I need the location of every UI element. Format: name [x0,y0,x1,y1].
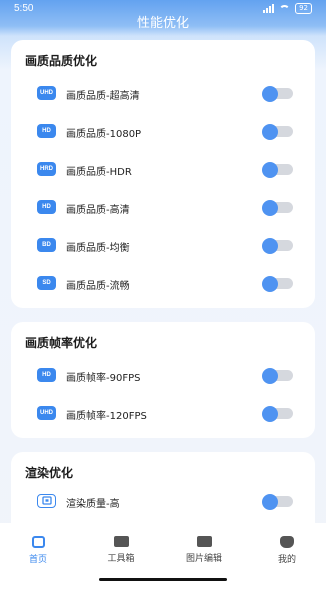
toggle-switch[interactable] [262,85,293,102]
item-label: 画质品质-1080P [66,129,142,140]
toggle-switch[interactable] [262,493,293,510]
list-item: BD 画质品质-均衡 [11,236,315,260]
tab-home[interactable]: 首页 [8,536,68,565]
toggle-knob [262,237,278,254]
section-card-quality: 画质品质优化 UHD 画质品质-超高清 HD 画质品质-1080P HRD 画质… [11,40,315,308]
list-item: HD 画质帧率-90FPS [11,366,315,390]
list-item: 渲染质量-高 [11,492,315,516]
image-icon [196,536,212,547]
item-label: 画质帧率-90FPS [66,373,141,384]
tab-label: 首页 [28,555,47,565]
item-label: 画质品质-高清 [66,205,130,216]
tab-image-edit[interactable]: 图片编辑 [174,536,234,564]
hd-icon: HD [37,200,56,214]
toggle-switch[interactable] [262,123,293,140]
chip-icon [37,494,56,508]
tab-profile[interactable]: 我的 [257,536,317,565]
toggle-switch[interactable] [262,405,293,422]
tab-toolbox[interactable]: 工具箱 [91,536,151,564]
hd-icon: HD [37,368,56,382]
toggle-switch[interactable] [262,275,293,292]
list-item: HD 画质品质-高清 [11,198,315,222]
section-title: 渲染优化 [25,466,74,480]
toggle-knob [262,367,278,384]
bottom-tab-bar: 首页 工具箱 图片编辑 我的 [0,523,326,594]
profile-icon [280,536,294,548]
toggle-knob [262,493,278,510]
item-label: 画质品质-超高清 [66,91,140,102]
tab-label: 工具箱 [107,554,135,564]
toggle-switch[interactable] [262,161,293,178]
toggle-knob [262,123,278,140]
sd-icon: SD [37,276,56,290]
hrd-icon: HRD [37,162,56,176]
toggle-switch[interactable] [262,367,293,384]
item-label: 画质品质-流畅 [66,281,130,292]
list-item: UHD 画质品质-超高清 [11,84,315,108]
home-icon [31,536,45,548]
bd-icon: BD [37,238,56,252]
page-title: 性能优化 [136,16,189,31]
section-title: 画质品质优化 [25,54,98,68]
item-label: 渲染质量-高 [66,499,120,510]
uhd-icon: UHD [37,406,56,420]
toggle-knob [262,85,278,102]
item-label: 画质品质-均衡 [66,243,130,254]
toggle-knob [262,275,278,292]
tab-label: 图片编辑 [185,554,222,564]
item-label: 画质帧率-120FPS [66,411,147,422]
toggle-knob [262,161,278,178]
item-label: 画质品质-HDR [66,167,132,178]
toggle-knob [262,199,278,216]
toggle-knob [262,405,278,422]
list-item: HRD 画质品质-HDR [11,160,315,184]
home-indicator [99,578,227,581]
toolbox-icon [113,536,129,547]
list-item: SD 画质品质-流畅 [11,274,315,298]
tab-label: 我的 [277,555,296,565]
section-title: 画质帧率优化 [25,336,98,350]
section-card-framerate: 画质帧率优化 HD 画质帧率-90FPS UHD 画质帧率-120FPS [11,322,315,438]
toggle-switch[interactable] [262,199,293,216]
hd-icon: HD [37,124,56,138]
uhd-icon: UHD [37,86,56,100]
toggle-switch[interactable] [262,237,293,254]
list-item: HD 画质品质-1080P [11,122,315,146]
list-item: UHD 画质帧率-120FPS [11,404,315,428]
